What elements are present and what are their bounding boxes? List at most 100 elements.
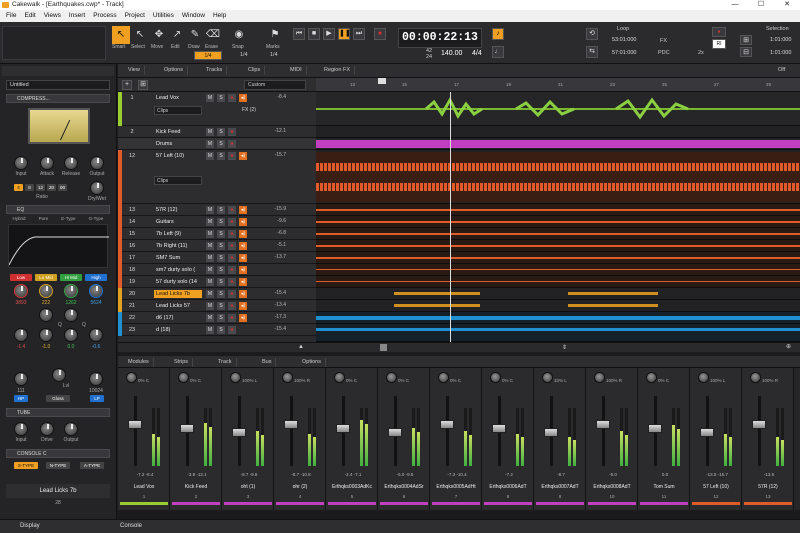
compressor-header[interactable]: COMPRESS...	[6, 94, 110, 103]
record-button[interactable]: ●	[374, 28, 386, 40]
arm-button[interactable]: ●	[228, 128, 236, 136]
mute-button[interactable]: M	[206, 242, 214, 250]
pause-button[interactable]: ❚❚	[338, 28, 351, 40]
track-volume[interactable]: -15.4	[275, 290, 286, 296]
solo-button[interactable]: S	[217, 254, 225, 262]
solo-button[interactable]: S	[217, 290, 225, 298]
pan-knob[interactable]	[698, 372, 709, 383]
menu-views[interactable]: Views	[40, 10, 65, 22]
eq-mode-hybrid[interactable]: Hybrid	[13, 216, 26, 223]
console-menu-strips[interactable]: Strips	[170, 358, 194, 367]
input-echo-button[interactable]: ◂)	[239, 266, 247, 274]
timeline-ruler[interactable]: 13 15 17 19 21 23 25 27 29	[316, 78, 800, 92]
selection-start[interactable]: 1:01:000	[770, 37, 791, 43]
input-echo-button[interactable]: ◂)	[239, 218, 247, 226]
metronome-settings-button[interactable]: ♩	[492, 46, 504, 58]
strip-name[interactable]: Lead Vox	[118, 484, 170, 490]
console-strip[interactable]: 0% C 0.0 Tom Sum 11	[638, 368, 690, 510]
hp-knob[interactable]	[14, 372, 28, 386]
strip-name[interactable]: Kick Feed	[170, 484, 222, 490]
time-signature[interactable]: 4/4	[472, 50, 482, 57]
track-name[interactable]: Lead Licks 57	[154, 302, 202, 310]
lane-guitars[interactable]	[316, 216, 800, 228]
track-menu-clips[interactable]: Clips	[244, 66, 266, 75]
comp-release-knob[interactable]	[64, 156, 78, 170]
track-menu-tracks[interactable]: Tracks	[202, 66, 228, 75]
mute-button[interactable]: M	[206, 326, 214, 334]
mute-button[interactable]: M	[206, 278, 214, 286]
console-strip[interactable]: 0% C -3.9 -12.1 Kick Feed 2	[170, 368, 222, 510]
track-row-d6[interactable]: 22 d6 (17) M S ● ◂) -17.3	[118, 312, 316, 324]
track-volume[interactable]: -6.8	[277, 230, 286, 236]
arm-button[interactable]: ●	[228, 242, 236, 250]
track-row-57-durty-solo[interactable]: 19 57 durty solo (14 M S ● ◂)	[118, 276, 316, 288]
track-row-guitars[interactable]: 14 Guitars M S ● ◂) -9.6	[118, 216, 316, 228]
clips-dropdown[interactable]: Clips	[154, 176, 202, 185]
console-emulator-header[interactable]: CONSOLE C	[6, 449, 110, 458]
lane-sm7-sum[interactable]	[316, 252, 800, 264]
arm-button[interactable]: ●	[228, 230, 236, 238]
arm-button[interactable]: ●	[228, 266, 236, 274]
eq-band-lomid[interactable]: Lo Mid	[35, 274, 57, 281]
lomid-gain-knob[interactable]	[39, 328, 53, 342]
lead-vox-fx[interactable]: FX (2)	[242, 107, 256, 113]
menu-window[interactable]: Window	[178, 10, 209, 22]
volume-fader[interactable]	[492, 424, 506, 433]
volume-fader[interactable]	[128, 420, 142, 429]
track-name[interactable]: SM7 Sum	[154, 254, 202, 262]
track-volume[interactable]: -13.7	[275, 254, 286, 260]
console-menu-track[interactable]: Track	[214, 358, 237, 367]
solo-button[interactable]: S	[217, 230, 225, 238]
time-clock[interactable]: 00:00:22:13	[398, 31, 482, 47]
zoom-icon[interactable]: ⊕	[786, 343, 791, 350]
pan-knob[interactable]	[646, 372, 657, 383]
edit-tool-icon[interactable]: ↗	[168, 26, 186, 44]
clip-lead-licks-57-1[interactable]	[394, 304, 480, 307]
track-volume[interactable]: -17.3	[275, 314, 286, 320]
solo-button[interactable]: S	[217, 152, 225, 160]
add-track-icon[interactable]: +	[122, 80, 132, 90]
track-row-kick-feed[interactable]: 2 Kick Feed M S ● -12.1	[118, 126, 316, 138]
arm-button[interactable]: ●	[228, 140, 236, 148]
arm-button[interactable]: ●	[228, 218, 236, 226]
loop-start[interactable]: 53:01:000	[612, 37, 636, 43]
track-horizontal-scrollbar[interactable]: ▲ ⇕ ⊕	[118, 342, 800, 352]
strip-name[interactable]: 57R (12)	[742, 484, 794, 490]
drywet-knob[interactable]	[90, 181, 104, 195]
track-row-lead-licks-57[interactable]: 21 Lead Licks 57 M S ● ◂) -13.4	[118, 300, 316, 312]
lane-lead-vox[interactable]	[316, 92, 800, 126]
track-row-lead-licks-7b[interactable]: 20 Lead Licks 7b M S ● ◂) -15.4	[118, 288, 316, 300]
track-name[interactable]: Guitars	[154, 218, 202, 226]
solo-button[interactable]: S	[217, 206, 225, 214]
arm-button[interactable]: ●	[228, 326, 236, 334]
eq-header[interactable]: EQ	[6, 205, 110, 214]
select-tool-icon[interactable]: ↖	[131, 26, 149, 44]
smart-tool-icon[interactable]: ↖	[112, 26, 130, 44]
minimize-button[interactable]: —	[722, 0, 748, 10]
strip-name[interactable]: Erthqks0005AdHt	[430, 484, 482, 490]
track-volume[interactable]: -9.6	[277, 218, 286, 224]
fx-label[interactable]: FX	[660, 38, 667, 44]
clip-57-left[interactable]	[316, 152, 800, 202]
lomid-q-knob[interactable]	[39, 308, 53, 322]
console-strip[interactable]: 100% L -13.5 -15.7 57 Left (10) 12	[690, 368, 742, 510]
track-layout-icon[interactable]: ⊞	[138, 80, 148, 90]
arm-button[interactable]: ●	[228, 278, 236, 286]
lane-lead-licks-7b[interactable]	[316, 288, 800, 300]
track-name[interactable]: 57R (12)	[154, 206, 202, 214]
track-name[interactable]: d6 (17)	[154, 314, 202, 322]
menu-insert[interactable]: Insert	[65, 10, 89, 22]
console-strip[interactable]: 0% C -5.0 -9.5 Erthqks0004AdSr 6	[378, 368, 430, 510]
volume-fader[interactable]	[596, 420, 610, 429]
track-row-57r[interactable]: 13 57R (12) M S ● ◂) -15.9	[118, 204, 316, 216]
console-strip[interactable]: 100% R -13.5 57R (12) 13	[742, 368, 794, 510]
track-name[interactable]: sm7 durty solo (	[154, 266, 202, 274]
split-handle-icon[interactable]: ⇕	[562, 344, 567, 351]
console-tab[interactable]: Console	[120, 523, 142, 529]
lane-7b-right[interactable]	[316, 240, 800, 252]
solo-button[interactable]: S	[217, 140, 225, 148]
track-name[interactable]: d (18)	[154, 326, 202, 334]
console-strip[interactable]: 33% L -8.7 Erthqks0007AdT 9	[534, 368, 586, 510]
pan-knob[interactable]	[126, 372, 137, 383]
strip-name[interactable]: Tom Sum	[638, 484, 690, 490]
